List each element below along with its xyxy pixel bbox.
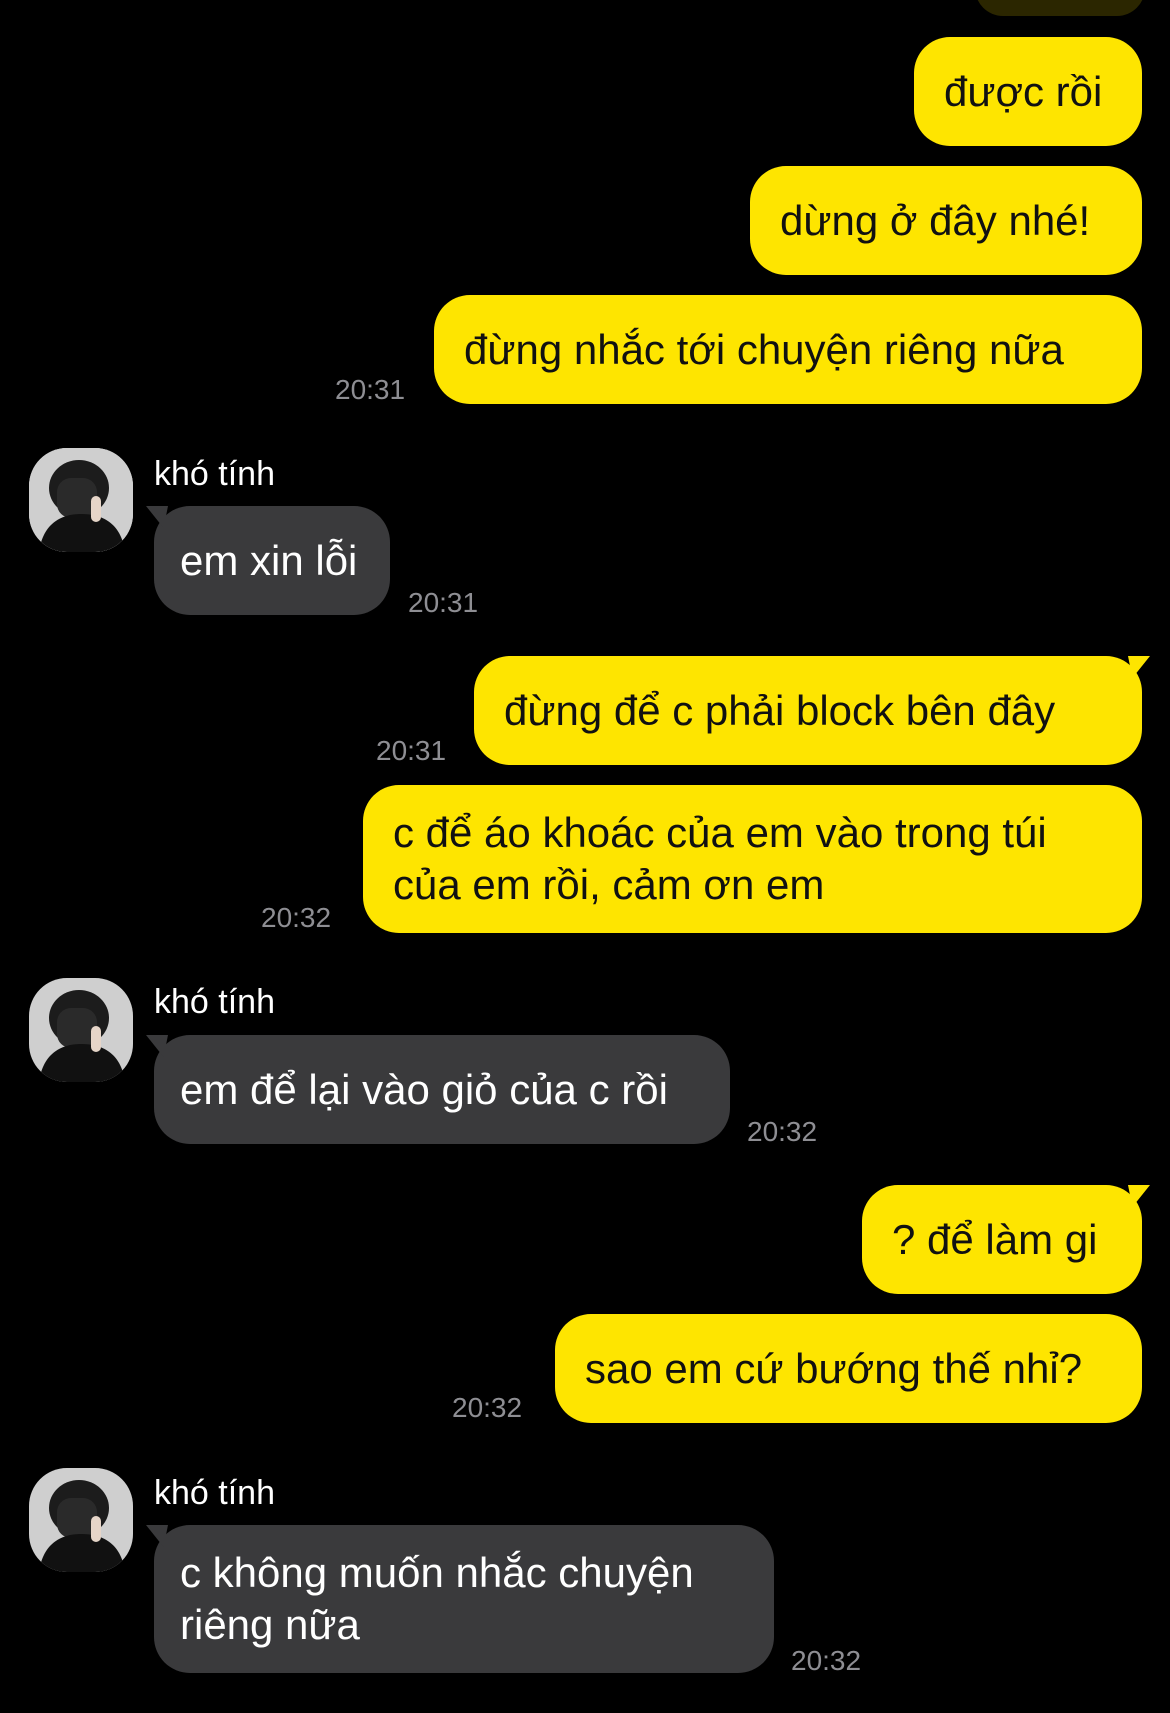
sender-name: khó tính: [154, 983, 275, 1021]
message-timestamp: 20:32: [747, 1116, 818, 1147]
incoming-message-bubble[interactable]: em xin lỗi: [146, 506, 390, 615]
outgoing-message-bubble[interactable]: được rồi: [914, 37, 1142, 146]
message-timestamp: 20:31: [376, 735, 447, 766]
bubble-tail: [146, 1525, 168, 1547]
incoming-message-bubble[interactable]: em để lại vào giỏ của c rồi: [146, 1035, 730, 1144]
bubble-tail: [146, 506, 168, 528]
outgoing-message-bubble[interactable]: sao em cứ bướng thế nhỉ?: [555, 1314, 1142, 1423]
bubble-tail: [1128, 1185, 1150, 1207]
outgoing-message-bubble[interactable]: đừng để c phải block bên đây: [474, 656, 1150, 765]
message-text: được rồi: [944, 68, 1103, 115]
message-text: đừng nhắc tới chuyện riêng nữa: [464, 326, 1064, 373]
incoming-message-bubble[interactable]: c không muốn nhắc chuyện riêng nữa: [146, 1525, 774, 1673]
contact-avatar[interactable]: [29, 978, 133, 1082]
message-text: ? để làm gi: [892, 1216, 1098, 1263]
message-text-line: c không muốn nhắc chuyện: [180, 1549, 694, 1596]
message-text-line: c để áo khoác của em vào trong túi: [393, 809, 1047, 856]
partial-message-bubble: [975, 0, 1145, 16]
message-text: em để lại vào giỏ của c rồi: [180, 1066, 668, 1113]
outgoing-message-bubble[interactable]: đừng nhắc tới chuyện riêng nữa: [434, 295, 1142, 404]
message-timestamp: 20:31: [335, 374, 406, 405]
message-text: đừng để c phải block bên đây: [504, 687, 1056, 734]
message-text: dừng ở đây nhé!: [780, 197, 1091, 244]
avatar-photo-icon: [29, 448, 133, 552]
message-timestamp: 20:32: [261, 902, 332, 933]
message-timestamp: 20:31: [408, 587, 479, 618]
avatar-photo-icon: [29, 978, 133, 1082]
contact-avatar[interactable]: [29, 448, 133, 552]
outgoing-message-bubble[interactable]: c để áo khoác của em vào trong túi của e…: [363, 785, 1142, 933]
bubble-tail: [146, 1035, 168, 1057]
sender-name: khó tính: [154, 1474, 275, 1512]
outgoing-message-bubble[interactable]: dừng ở đây nhé!: [750, 166, 1142, 275]
message-text-line: riêng nữa: [180, 1601, 360, 1648]
message-timestamp: 20:32: [452, 1392, 523, 1423]
message-text: sao em cứ bướng thế nhỉ?: [585, 1345, 1083, 1392]
message-text-line: của em rồi, cảm ơn em: [393, 861, 825, 908]
message-timestamp: 20:32: [791, 1645, 862, 1676]
avatar-photo-icon: [29, 1468, 133, 1572]
outgoing-message-bubble[interactable]: ? để làm gi: [862, 1185, 1150, 1294]
bubble-tail: [1128, 656, 1150, 678]
message-text: em xin lỗi: [180, 537, 358, 584]
sender-name: khó tính: [154, 455, 275, 493]
contact-avatar[interactable]: [29, 1468, 133, 1572]
